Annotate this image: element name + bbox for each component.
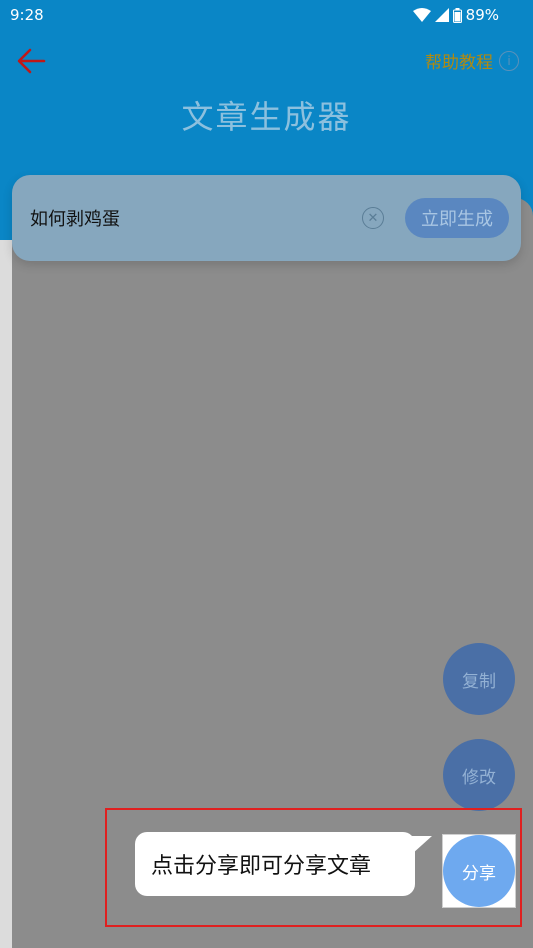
edit-button[interactable]: 修改 bbox=[443, 739, 515, 811]
tutorial-tip-text: 点击分享即可分享文章 bbox=[151, 854, 372, 879]
cellular-signal-icon bbox=[434, 8, 449, 22]
tutorial-tip-bubble: 点击分享即可分享文章 bbox=[135, 832, 415, 896]
status-bar: 9:28 89% bbox=[0, 0, 533, 30]
status-icons: 89% bbox=[412, 6, 499, 24]
help-tutorial-label: 帮助教程 bbox=[425, 53, 493, 73]
help-tutorial-link[interactable]: 帮助教程 i bbox=[425, 48, 519, 73]
battery-percent: 89% bbox=[465, 6, 499, 24]
topic-input-card: 如何剥鸡蛋 ✕ 立即生成 bbox=[12, 175, 521, 261]
battery-icon bbox=[452, 7, 462, 23]
page-title: 文章生成器 bbox=[181, 98, 352, 136]
back-button[interactable] bbox=[14, 46, 50, 76]
topic-input[interactable]: 如何剥鸡蛋 bbox=[30, 205, 120, 231]
copy-button[interactable]: 复制 bbox=[443, 643, 515, 715]
clear-input-icon[interactable]: ✕ bbox=[362, 207, 384, 229]
wifi-icon bbox=[412, 8, 431, 22]
tip-bubble-pointer bbox=[412, 836, 432, 854]
share-button[interactable]: 分享 bbox=[443, 835, 515, 907]
generate-button[interactable]: 立即生成 bbox=[405, 198, 509, 238]
info-icon: i bbox=[499, 50, 519, 71]
arrow-left-icon bbox=[17, 48, 46, 74]
status-time: 9:28 bbox=[10, 6, 44, 24]
